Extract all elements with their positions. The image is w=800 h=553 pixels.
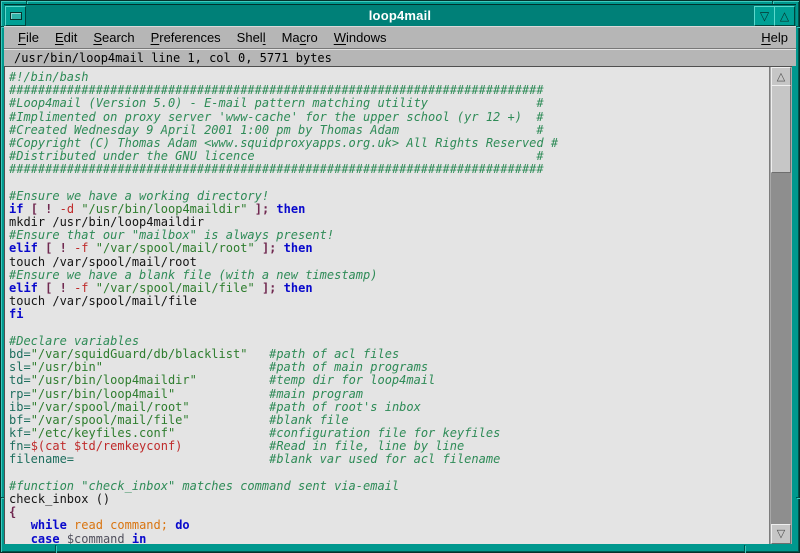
code-line: rp="/usr/bin/loop4mail" #main program [9, 387, 770, 400]
code-line: touch /var/spool/mail/file [9, 294, 770, 307]
code-line: { [9, 505, 770, 518]
code-line: ########################################… [9, 162, 770, 175]
code-line: #!/bin/bash [9, 70, 770, 83]
maximize-button[interactable]: △ [774, 6, 795, 26]
code-line: #Ensure we have a blank file (with a new… [9, 268, 770, 281]
scroll-up-icon: △ [777, 72, 785, 82]
frame-notch [55, 545, 56, 552]
text-area[interactable]: #!/bin/bash#############################… [5, 67, 770, 544]
code-line: fn=$(cat $td/remkeyconf) #Read in file, … [9, 439, 770, 452]
menu-item-preferences[interactable]: Preferences [143, 28, 229, 47]
menu-item-shell[interactable]: Shell [229, 28, 274, 47]
code-line: ########################################… [9, 83, 770, 96]
titlebar[interactable]: loop4mail ▽ △ [4, 4, 796, 27]
code-line: elif [ ! -f "/var/spool/mail/file" ]; th… [9, 281, 770, 294]
maximize-triangle-icon: △ [780, 10, 789, 22]
code-line: #Ensure that our "mailbox" is always pre… [9, 228, 770, 241]
code-line: mkdir /usr/bin/loop4maildir [9, 215, 770, 228]
menu-item-windows[interactable]: Windows [326, 28, 395, 47]
code-line: #Copyright (C) Thomas Adam <www.squidpro… [9, 136, 770, 149]
code-line: bf="/var/spool/mail/file" #blank file [9, 413, 770, 426]
code-line: #Ensure we have a working directory! [9, 189, 770, 202]
scroll-down-button[interactable]: ▽ [771, 524, 791, 544]
menu-item-search[interactable]: Search [85, 28, 142, 47]
code-line: bd="/var/squidGuard/db/blacklist" #path … [9, 347, 770, 360]
vertical-scrollbar[interactable]: △ ▽ [769, 67, 792, 544]
code-line: #Loop4mail (Version 5.0) - E-mail patter… [9, 96, 770, 109]
code-line: #function "check_inbox" matches command … [9, 479, 770, 492]
window-frame: loop4mail ▽ △ FileEditSearchPreferencesS… [0, 0, 800, 553]
editor: #!/bin/bash#############################… [4, 66, 792, 544]
window-title: loop4mail [4, 5, 796, 26]
code-line: ib="/var/spool/mail/root" #path of root'… [9, 400, 770, 413]
code-line [9, 176, 770, 189]
code-line: while read command; do [9, 518, 770, 531]
code-line: touch /var/spool/mail/root [9, 255, 770, 268]
code-line: filename= #blank var used for acl filena… [9, 452, 770, 465]
code-line: #Distributed under the GNU licence # [9, 149, 770, 162]
menubar: FileEditSearchPreferencesShellMacroWindo… [4, 26, 796, 49]
code-line: case $command in [9, 532, 770, 544]
scrollbar-thumb[interactable] [771, 85, 791, 173]
menu-item-file[interactable]: File [10, 28, 47, 47]
code-line: check_inbox () [9, 492, 770, 505]
code-line: if [ ! -d "/usr/bin/loop4maildir" ]; the… [9, 202, 770, 215]
shade-triangle-icon: ▽ [760, 10, 769, 22]
code-line: fi [9, 307, 770, 320]
code-line: kf="/etc/keyfiles.conf" #configuration f… [9, 426, 770, 439]
scroll-up-button[interactable]: △ [771, 67, 791, 87]
scrollbar-trough[interactable] [771, 85, 791, 526]
code-line [9, 466, 770, 479]
frame-notch [796, 26, 799, 27]
code-line [9, 321, 770, 334]
code-line: td="/usr/bin/loop4maildir" #temp dir for… [9, 373, 770, 386]
scroll-down-icon: ▽ [777, 529, 785, 539]
shade-button[interactable]: ▽ [754, 6, 775, 26]
code-line: #Declare variables [9, 334, 770, 347]
code-line: sl="/usr/bin" #path of main programs [9, 360, 770, 373]
frame-notch [744, 545, 745, 552]
stats-text: /usr/bin/loop4mail line 1, col 0, 5771 b… [14, 51, 332, 65]
code-line: #Implimented on proxy server 'www-cache'… [9, 110, 770, 123]
menu-item-edit[interactable]: Edit [47, 28, 85, 47]
stats-line: /usr/bin/loop4mail line 1, col 0, 5771 b… [4, 49, 796, 66]
code-line: elif [ ! -f "/var/spool/mail/root" ]; th… [9, 241, 770, 254]
frame-notch [796, 497, 799, 498]
menu-item-macro[interactable]: Macro [274, 28, 326, 47]
code-line: #Created Wednesday 9 April 2001 1:00 pm … [9, 123, 770, 136]
menu-item-help[interactable]: Help [753, 28, 796, 47]
